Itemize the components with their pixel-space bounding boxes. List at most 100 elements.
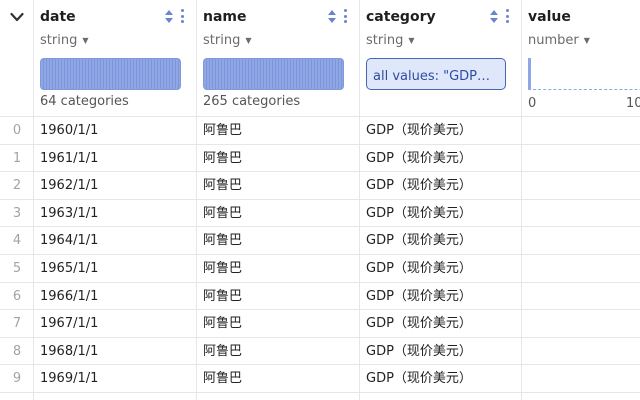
cell-value[interactable]	[522, 117, 640, 144]
cell-name[interactable]: 阿鲁巴	[197, 255, 359, 282]
cell-value[interactable]	[522, 227, 640, 254]
sort-icon[interactable]	[327, 9, 337, 24]
cell-value[interactable]	[522, 255, 640, 282]
category-histogram[interactable]	[40, 58, 181, 90]
range-max-label: 10	[626, 96, 640, 111]
caret-down-icon: ▼	[408, 36, 415, 45]
cell-category[interactable]: GDP（现价美元）	[360, 338, 521, 365]
column-header-value: value number ▼ 0 10	[522, 0, 640, 116]
filter-label: all values: "GDP（现价美元）"	[373, 68, 499, 84]
sort-icon[interactable]	[164, 9, 174, 24]
histogram-bar	[528, 58, 531, 90]
column-type-dropdown[interactable]: string ▼	[40, 33, 88, 48]
cell-name[interactable]: 阿鲁巴	[197, 365, 359, 392]
cell-date[interactable]: 1964/1/1	[34, 227, 196, 254]
category-histogram[interactable]	[203, 58, 344, 90]
cell-name[interactable]: 阿鲁巴	[197, 283, 359, 310]
column-type-label: string	[366, 33, 404, 48]
table-row[interactable]: 8 1968/1/1 阿鲁巴 GDP（现价美元）	[0, 337, 640, 365]
range-min-label: 0	[528, 96, 537, 111]
sort-icon[interactable]	[489, 9, 499, 24]
cell-date[interactable]: 1962/1/1	[34, 172, 196, 199]
cell-name[interactable]: 阿鲁巴	[197, 227, 359, 254]
cell-category[interactable]: GDP（现价美元）	[360, 365, 521, 392]
cell-date[interactable]: 1965/1/1	[34, 255, 196, 282]
category-count: 64 categories	[40, 94, 129, 109]
cell-category[interactable]: GDP（现价美元）	[360, 200, 521, 227]
cell-name[interactable]: 阿鲁巴	[197, 310, 359, 337]
column-type-label: number	[528, 33, 579, 48]
cell-category[interactable]: GDP（现价美元）	[360, 145, 521, 172]
cell-category[interactable]: GDP（现价美元）	[360, 117, 521, 144]
chevron-down-icon	[10, 12, 24, 22]
row-index: 3	[12, 206, 22, 221]
cell-name[interactable]: 阿鲁巴	[197, 117, 359, 144]
cell-value[interactable]	[522, 172, 640, 199]
table-row[interactable]: 0 1960/1/1 阿鲁巴 GDP（现价美元）	[0, 116, 640, 144]
column-title: date	[40, 9, 76, 25]
cell-value[interactable]	[522, 200, 640, 227]
row-index: 0	[12, 123, 22, 138]
table-row[interactable]: 6 1966/1/1 阿鲁巴 GDP（现价美元）	[0, 282, 640, 310]
cell-name[interactable]: 阿鲁巴	[197, 172, 359, 199]
cell-category[interactable]: GDP（现价美元）	[360, 172, 521, 199]
column-title: value	[528, 9, 571, 25]
cell-value[interactable]	[522, 338, 640, 365]
cell-name[interactable]: 阿鲁巴	[197, 200, 359, 227]
row-index: 4	[12, 233, 22, 248]
cell-value[interactable]	[522, 365, 640, 392]
row-index: 9	[12, 371, 22, 386]
collapse-toggle[interactable]	[0, 0, 34, 34]
kebab-menu-icon[interactable]	[179, 8, 185, 24]
row-index: 5	[12, 261, 22, 276]
caret-down-icon: ▼	[245, 36, 252, 45]
column-title: category	[366, 9, 436, 25]
cell-value[interactable]	[522, 283, 640, 310]
column-type-dropdown[interactable]: string ▼	[366, 33, 414, 48]
cell-name[interactable]: 阿鲁巴	[197, 338, 359, 365]
row-index: 6	[12, 289, 22, 304]
row-index: 2	[12, 178, 22, 193]
cell-date[interactable]: 1969/1/1	[34, 365, 196, 392]
column-header-name: name string ▼ 265 categories	[197, 0, 359, 116]
row-index: 8	[12, 344, 22, 359]
column-type-dropdown[interactable]: number ▼	[528, 33, 590, 48]
category-count: 265 categories	[203, 94, 301, 109]
table-row[interactable]: 1 1961/1/1 阿鲁巴 GDP（现价美元）	[0, 144, 640, 172]
numeric-histogram[interactable]	[528, 58, 640, 92]
cell-category[interactable]: GDP（现价美元）	[360, 227, 521, 254]
cell-date[interactable]: 1966/1/1	[34, 283, 196, 310]
table-row[interactable]: 9 1969/1/1 阿鲁巴 GDP（现价美元）	[0, 364, 640, 392]
kebab-menu-icon[interactable]	[342, 8, 348, 24]
cell-date[interactable]: 1961/1/1	[34, 145, 196, 172]
column-header-date: date string ▼ 64 categories	[34, 0, 196, 116]
column-type-label: string	[203, 33, 241, 48]
column-type-dropdown[interactable]: string ▼	[203, 33, 251, 48]
row-index: 7	[12, 316, 22, 331]
table-row[interactable]	[0, 392, 640, 400]
column-type-label: string	[40, 33, 78, 48]
table-row[interactable]: 5 1965/1/1 阿鲁巴 GDP（现价美元）	[0, 254, 640, 282]
cell-date[interactable]: 1967/1/1	[34, 310, 196, 337]
kebab-menu-icon[interactable]	[504, 8, 510, 24]
table-row[interactable]: 4 1964/1/1 阿鲁巴 GDP（现价美元）	[0, 226, 640, 254]
table-row[interactable]: 2 1962/1/1 阿鲁巴 GDP（现价美元）	[0, 171, 640, 199]
histogram-baseline	[528, 89, 640, 90]
category-filter-pill[interactable]: all values: "GDP（现价美元）"	[366, 58, 506, 90]
cell-date[interactable]: 1963/1/1	[34, 200, 196, 227]
data-grid: date string ▼ 64 categories name string …	[0, 0, 640, 400]
table-row[interactable]: 7 1967/1/1 阿鲁巴 GDP（现价美元）	[0, 309, 640, 337]
cell-category[interactable]: GDP（现价美元）	[360, 310, 521, 337]
column-header-category: category string ▼ all values: "GDP（现价美元）…	[360, 0, 521, 116]
table-row[interactable]: 3 1963/1/1 阿鲁巴 GDP（现价美元）	[0, 199, 640, 227]
cell-date[interactable]: 1960/1/1	[34, 117, 196, 144]
cell-date[interactable]: 1968/1/1	[34, 338, 196, 365]
caret-down-icon: ▼	[82, 36, 89, 45]
caret-down-icon: ▼	[583, 36, 590, 45]
row-index: 1	[12, 151, 22, 166]
cell-category[interactable]: GDP（现价美元）	[360, 255, 521, 282]
cell-value[interactable]	[522, 310, 640, 337]
cell-category[interactable]: GDP（现价美元）	[360, 283, 521, 310]
cell-value[interactable]	[522, 145, 640, 172]
cell-name[interactable]: 阿鲁巴	[197, 145, 359, 172]
